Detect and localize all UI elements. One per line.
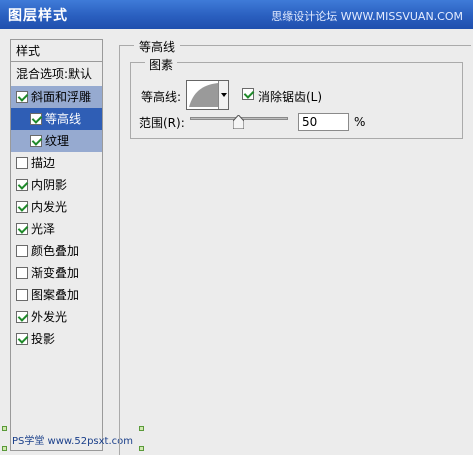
checkbox-stroke[interactable] <box>16 157 28 169</box>
sidebar-header: 样式 <box>11 40 102 62</box>
antialias-label: 消除锯齿(L) <box>258 90 323 104</box>
window-title: 图层样式 <box>8 8 68 24</box>
checkbox-contour[interactable] <box>30 113 42 125</box>
sidebar-item-label: 混合选项:默认 <box>16 67 93 81</box>
sidebar-item-label: 纹理 <box>45 134 70 148</box>
sidebar-item-texture[interactable]: 纹理 <box>11 130 102 152</box>
sidebar-item-inner-glow[interactable]: 内发光 <box>11 196 102 218</box>
checkbox-inner-glow[interactable] <box>16 201 28 213</box>
sidebar-item-satin[interactable]: 光泽 <box>11 218 102 240</box>
sidebar-item-drop-shadow[interactable]: 投影 <box>11 328 102 350</box>
sidebar-item-gradient-overlay[interactable]: 渐变叠加 <box>11 262 102 284</box>
title-watermark: 思缘设计论坛 WWW.MISSVUAN.COM <box>271 10 463 23</box>
range-unit: % <box>354 115 366 129</box>
range-input[interactable]: 50 <box>298 113 349 131</box>
checkbox-color-overlay[interactable] <box>16 245 28 257</box>
sidebar-item-label: 描边 <box>31 156 56 170</box>
sidebar-item-blend-options[interactable]: 混合选项:默认 <box>11 63 102 85</box>
sidebar-item-label: 等高线 <box>45 112 82 126</box>
range-slider-thumb[interactable] <box>233 115 244 129</box>
checkbox-texture[interactable] <box>30 135 42 147</box>
sidebar-item-outer-glow[interactable]: 外发光 <box>11 306 102 328</box>
checkbox-drop-shadow[interactable] <box>16 333 28 345</box>
checkbox-inner-shadow[interactable] <box>16 179 28 191</box>
sidebar-item-contour[interactable]: 等高线 <box>11 108 102 130</box>
sidebar-item-label: 内阴影 <box>31 178 68 192</box>
elements-group-title: 图素 <box>145 56 178 73</box>
checkbox-gradient-overlay[interactable] <box>16 267 28 279</box>
sidebar-item-inner-shadow[interactable]: 内阴影 <box>11 174 102 196</box>
sidebar-item-label: 颜色叠加 <box>31 244 80 258</box>
contour-label: 等高线: <box>141 90 182 104</box>
sidebar-item-color-overlay[interactable]: 颜色叠加 <box>11 240 102 262</box>
checkbox-satin[interactable] <box>16 223 28 235</box>
sidebar-item-bevel-emboss[interactable]: 斜面和浮雕 <box>11 86 102 108</box>
sidebar-item-label: 斜面和浮雕 <box>31 90 92 104</box>
contour-picker[interactable] <box>186 80 229 110</box>
sidebar-item-stroke[interactable]: 描边 <box>11 152 102 174</box>
sidebar-header-label: 样式 <box>16 44 41 58</box>
corner-marker <box>2 426 7 431</box>
sidebar-item-label: 内发光 <box>31 200 68 214</box>
sidebar-item-label: 投影 <box>31 332 56 346</box>
range-label: 范围(R): <box>139 116 185 130</box>
sidebar-item-label: 光泽 <box>31 222 56 236</box>
sidebar-item-label: 图案叠加 <box>31 288 80 302</box>
styles-sidebar: 样式 混合选项:默认 斜面和浮雕 等高线 纹理 描边 内阴影 内发光 光泽 颜色… <box>10 39 103 451</box>
chevron-down-icon[interactable] <box>218 81 228 109</box>
footer-watermark: PS学堂 www.52psxt.com <box>12 436 134 447</box>
corner-marker <box>2 446 7 451</box>
antialias-checkbox[interactable] <box>242 88 254 100</box>
sidebar-item-label: 渐变叠加 <box>31 266 80 280</box>
sidebar-item-pattern-overlay[interactable]: 图案叠加 <box>11 284 102 306</box>
checkbox-pattern-overlay[interactable] <box>16 289 28 301</box>
sidebar-item-label: 外发光 <box>31 310 68 324</box>
checkbox-bevel-emboss[interactable] <box>16 91 28 103</box>
contour-group-title: 等高线 <box>134 38 181 55</box>
title-bar: 图层样式 思缘设计论坛 WWW.MISSVUAN.COM <box>0 0 473 29</box>
checkbox-outer-glow[interactable] <box>16 311 28 323</box>
contour-preview-icon <box>189 83 218 107</box>
